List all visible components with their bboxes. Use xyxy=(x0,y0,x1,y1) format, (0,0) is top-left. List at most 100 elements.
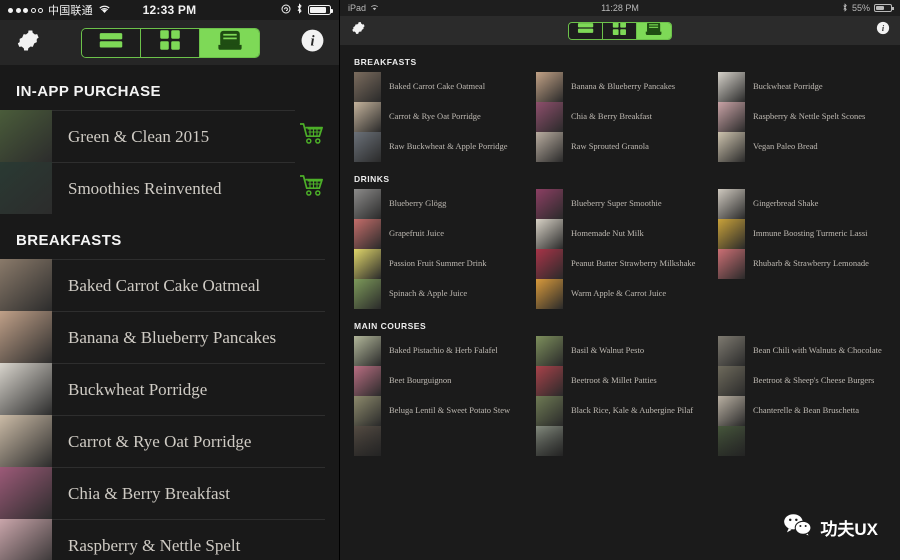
ipad-panel: iPad 11:28 PM 55% i BREAKFASTS Baked Car… xyxy=(340,0,900,560)
list-item[interactable]: Black Rice, Kale & Aubergine Pilaf xyxy=(536,396,704,426)
list-item[interactable]: Passion Fruit Summer Drink xyxy=(354,249,522,279)
list-item[interactable]: Grapefruit Juice xyxy=(354,219,522,249)
list-item[interactable]: Raw Sprouted Granola xyxy=(536,132,704,162)
segment-grid-view[interactable] xyxy=(603,22,637,39)
list-item[interactable]: Carrot & Rye Oat Porridge xyxy=(354,102,522,132)
recipe-title: Banana & Blueberry Pancakes xyxy=(571,81,676,92)
list-item[interactable]: Blueberry Glögg xyxy=(354,189,522,219)
recipe-title: Black Rice, Kale & Aubergine Pilaf xyxy=(571,405,694,416)
list-item[interactable]: Spinach & Apple Juice xyxy=(354,279,522,309)
recipe-thumbnail xyxy=(0,162,52,214)
recipe-column: Baked Carrot Cake Oatmeal Carrot & Rye O… xyxy=(354,72,522,162)
list-item[interactable] xyxy=(354,426,522,456)
list-item[interactable]: Warm Apple & Carrot Juice xyxy=(536,279,704,309)
dual-device-screenshot: 中国联通 12:33 PM i IN-APP PURCHASE Green & … xyxy=(0,0,900,560)
recipe-thumbnail xyxy=(0,259,52,311)
list-item[interactable]: Baked Carrot Cake Oatmeal xyxy=(354,72,522,102)
recipe-title: Green & Clean 2015 xyxy=(52,110,295,162)
recipe-thumbnail xyxy=(536,102,563,132)
view-mode-segmented-control[interactable] xyxy=(568,21,672,40)
list-item[interactable] xyxy=(718,426,886,456)
segment-book-view[interactable] xyxy=(637,22,671,39)
recipe-column: Baked Pistachio & Herb Falafel Beet Bour… xyxy=(354,336,522,456)
recipe-title: Vegan Paleo Bread xyxy=(753,141,818,152)
segment-list-view[interactable] xyxy=(569,22,603,39)
recipe-title: Raspberry & Nettle Spelt xyxy=(52,519,325,560)
signal-dot xyxy=(8,7,13,13)
recipe-thumbnail xyxy=(536,279,563,309)
list-item[interactable]: Baked Carrot Cake Oatmeal xyxy=(0,259,339,311)
list-item[interactable]: Chia & Berry Breakfast xyxy=(536,102,704,132)
recipe-thumbnail xyxy=(718,132,745,162)
list-item[interactable]: Bean Chili with Walnuts & Chocolate xyxy=(718,336,886,366)
segment-book-view[interactable] xyxy=(200,28,259,57)
segment-list-view[interactable] xyxy=(82,28,141,57)
iphone-toolbar: i xyxy=(0,20,339,65)
section-header: BREAKFASTS xyxy=(354,57,417,67)
list-item[interactable] xyxy=(536,426,704,456)
list-item[interactable]: Immune Boosting Turmeric Lassi xyxy=(718,219,886,249)
list-item[interactable]: Green & Clean 2015 xyxy=(0,110,339,162)
list-rows-icon xyxy=(575,23,596,39)
list-item[interactable]: Chia & Berry Breakfast xyxy=(0,467,339,519)
list-item[interactable]: Buckwheat Porridge xyxy=(0,363,339,415)
book-icon xyxy=(643,22,664,39)
list-item[interactable]: Raspberry & Nettle Spelt xyxy=(0,519,339,560)
list-item[interactable]: Banana & Blueberry Pancakes xyxy=(536,72,704,102)
section-header: DRINKS xyxy=(354,174,390,184)
iphone-panel: 中国联通 12:33 PM i IN-APP PURCHASE Green & … xyxy=(0,0,340,560)
list-item[interactable]: Rhubarb & Strawberry Lemonade xyxy=(718,249,886,279)
list-item[interactable]: Chanterelle & Bean Bruschetta xyxy=(718,396,886,426)
book-icon xyxy=(215,29,245,56)
recipe-title: Peanut Butter Strawberry Milkshake xyxy=(571,258,696,269)
recipe-title: Immune Boosting Turmeric Lassi xyxy=(753,228,868,239)
recipe-title: Baked Carrot Cake Oatmeal xyxy=(52,259,325,311)
recipe-thumbnail xyxy=(536,426,563,456)
list-item[interactable]: Banana & Blueberry Pancakes xyxy=(0,311,339,363)
watermark: 功夫UX xyxy=(783,513,878,542)
recipe-title: Warm Apple & Carrot Juice xyxy=(571,288,667,299)
list-item[interactable]: Raspberry & Nettle Spelt Scones xyxy=(718,102,886,132)
list-item[interactable]: Basil & Walnut Pesto xyxy=(536,336,704,366)
gear-icon[interactable] xyxy=(350,20,366,41)
recipe-thumbnail xyxy=(536,366,563,396)
grid-squares-icon xyxy=(157,29,183,56)
list-item[interactable]: Vegan Paleo Bread xyxy=(718,132,886,162)
list-item[interactable]: Beet Bourguignon xyxy=(354,366,522,396)
info-icon[interactable]: i xyxy=(876,21,890,40)
recipe-title: Blueberry Super Smoothie xyxy=(571,198,662,209)
clock-label: 11:28 PM xyxy=(601,3,639,13)
wechat-icon xyxy=(783,513,813,542)
recipe-thumbnail xyxy=(536,189,563,219)
segment-grid-view[interactable] xyxy=(141,28,200,57)
ipad-recipe-grid[interactable]: BREAKFASTS Baked Carrot Cake Oatmeal Car… xyxy=(340,45,900,560)
list-item[interactable]: Baked Pistachio & Herb Falafel xyxy=(354,336,522,366)
list-item[interactable]: Smoothies Reinvented xyxy=(0,162,339,214)
section-header: MAIN COURSES xyxy=(354,321,427,331)
list-item[interactable]: Raw Buckwheat & Apple Porridge xyxy=(354,132,522,162)
buy-cart-button[interactable] xyxy=(295,174,325,203)
recipe-thumbnail xyxy=(718,219,745,249)
list-item[interactable]: Beetroot & Sheep's Cheese Burgers xyxy=(718,366,886,396)
recipe-title: Chia & Berry Breakfast xyxy=(52,467,325,519)
rotation-lock-icon xyxy=(281,4,291,17)
list-item[interactable]: Buckwheat Porridge xyxy=(718,72,886,102)
list-item[interactable]: Homemade Nut Milk xyxy=(536,219,704,249)
info-icon[interactable]: i xyxy=(300,28,325,58)
recipe-title: Bean Chili with Walnuts & Chocolate xyxy=(753,345,882,356)
view-mode-segmented-control[interactable] xyxy=(81,27,260,58)
list-item[interactable]: Peanut Butter Strawberry Milkshake xyxy=(536,249,704,279)
list-item[interactable]: Gingerbread Shake xyxy=(718,189,886,219)
recipe-title: Beetroot & Sheep's Cheese Burgers xyxy=(753,375,875,386)
carrier-label: 中国联通 xyxy=(48,5,93,17)
recipe-title: Homemade Nut Milk xyxy=(571,228,644,239)
list-item[interactable]: Blueberry Super Smoothie xyxy=(536,189,704,219)
buy-cart-button[interactable] xyxy=(295,122,325,151)
list-item[interactable]: Beetroot & Millet Patties xyxy=(536,366,704,396)
signal-dot xyxy=(30,7,36,13)
section-columns: Blueberry Glögg Grapefruit Juice Passion… xyxy=(354,189,886,309)
list-item[interactable]: Beluga Lentil & Sweet Potato Stew xyxy=(354,396,522,426)
iphone-recipe-list[interactable]: IN-APP PURCHASE Green & Clean 2015 Smoot… xyxy=(0,65,339,560)
list-item[interactable]: Carrot & Rye Oat Porridge xyxy=(0,415,339,467)
gear-icon[interactable] xyxy=(14,27,41,59)
